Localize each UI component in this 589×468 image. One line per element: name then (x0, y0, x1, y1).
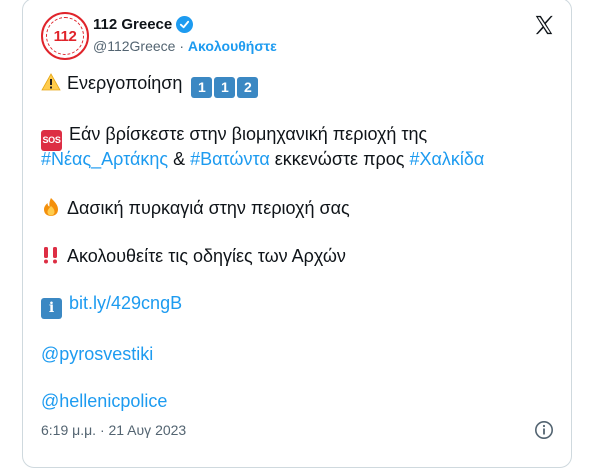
tweet-line-mention-1: @pyrosvestiki (41, 344, 153, 365)
verified-badge-icon (176, 16, 194, 33)
instructions-text: Ακολουθείτε τις οδηγίες των Αρχών (67, 246, 346, 266)
ampersand-text: & (173, 149, 186, 169)
author-meta: @112Greece · Ακολουθήστε (93, 38, 277, 54)
mention-hellenicpolice[interactable]: @hellenicpolice (41, 391, 167, 411)
short-link[interactable]: bit.ly/429cngB (69, 293, 182, 313)
avatar-logo-text: 112 (53, 27, 77, 45)
tweet-line-evacuate: #Νέας_Αρτάκης & #Βατώντα εκκενώστε προς … (41, 149, 484, 170)
avatar-logo: 112 (46, 17, 84, 55)
mention-pyrosvestiki[interactable]: @pyrosvestiki (41, 344, 153, 364)
evacuate-text: εκκενώστε προς (274, 149, 405, 169)
x-logo-icon[interactable] (533, 14, 555, 36)
hashtag-chalkida[interactable]: #Χαλκίδα (409, 149, 484, 169)
author-name[interactable]: 112 Greece (93, 16, 194, 33)
tweet-line-instructions: Ακολουθείτε τις οδηγίες των Αρχών (41, 245, 346, 267)
info-icon[interactable] (534, 420, 554, 440)
info-emoji-icon: i (41, 298, 62, 319)
tweet-timestamp[interactable]: 6:19 μ.μ. · 21 Αυγ 2023 (41, 422, 186, 438)
double-exclamation-icon (44, 247, 57, 264)
digit-one-icon: 1 (214, 77, 236, 98)
tweet-line-activation: Ενεργοποίηση 112 (41, 72, 260, 98)
fire-text: Δασική πυρκαγιά στην περιοχή σας (67, 198, 350, 218)
hashtag-nea-artaki[interactable]: #Νέας_Αρτάκης (41, 149, 168, 169)
tweet-line-sos: SOS Εάν βρίσκεστε στην βιομηχανική περιο… (41, 124, 427, 151)
warning-icon (41, 73, 61, 91)
meta-separator: · (179, 38, 185, 54)
sos-icon: SOS (41, 130, 62, 151)
tweet-line-link: i bit.ly/429cngB (41, 293, 182, 319)
digit-two-icon: 2 (237, 77, 259, 98)
sos-line-text: Εάν βρίσκεστε στην βιομηχανική περιοχή τ… (69, 124, 428, 144)
follow-button[interactable]: Ακολουθήστε (188, 38, 277, 54)
fire-icon (44, 198, 58, 216)
tweet-line-mention-2: @hellenicpolice (41, 391, 167, 412)
avatar[interactable]: 112 (41, 12, 89, 60)
author-handle[interactable]: @112Greece (93, 38, 175, 54)
tweet-line-fire: Δασική πυρκαγιά στην περιοχή σας (41, 197, 350, 219)
hashtag-vatonta[interactable]: #Βατώντα (190, 149, 270, 169)
author-name-text[interactable]: 112 Greece (93, 16, 172, 33)
digit-one-icon: 1 (191, 77, 213, 98)
activation-text: Ενεργοποίηση (67, 73, 183, 93)
